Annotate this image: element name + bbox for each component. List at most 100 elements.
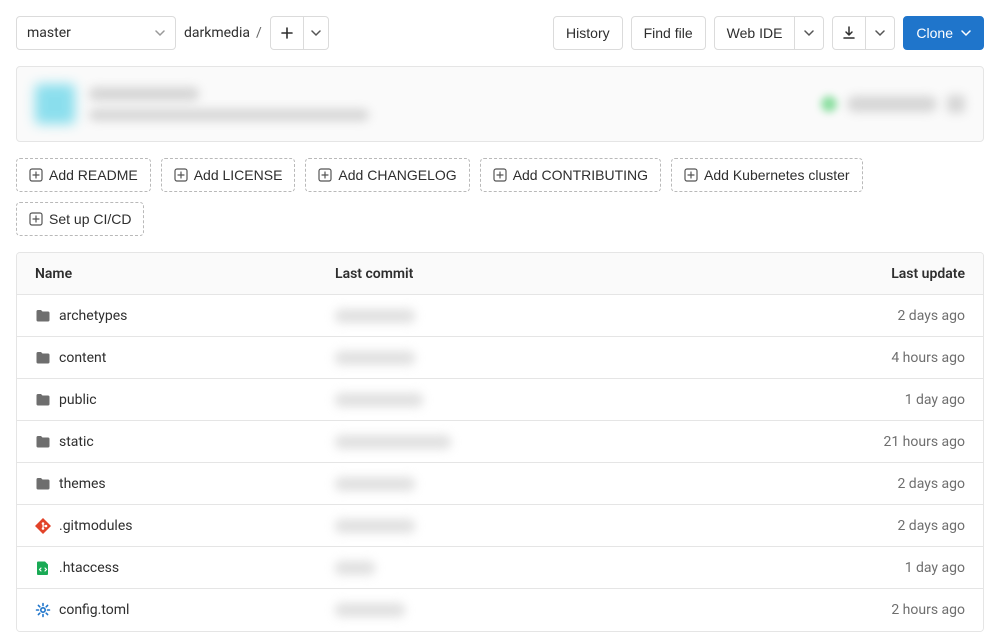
header-name: Name <box>35 266 335 282</box>
cell-update: 4 hours ago <box>765 350 965 366</box>
download-group <box>832 16 895 50</box>
cell-commit <box>335 393 765 407</box>
file-link[interactable]: static <box>59 434 94 450</box>
suggestion-label: Add CONTRIBUTING <box>513 167 648 183</box>
breadcrumb: darkmedia / <box>184 25 262 41</box>
file-link[interactable]: .htaccess <box>59 560 119 576</box>
cell-name: static <box>35 434 335 450</box>
plus-icon <box>280 26 294 40</box>
plus-box-icon <box>29 212 43 226</box>
cell-update: 1 day ago <box>765 560 965 576</box>
table-header: Name Last commit Last update <box>17 253 983 295</box>
cell-update: 2 hours ago <box>765 602 965 618</box>
clone-button[interactable]: Clone <box>903 16 984 50</box>
cell-commit <box>335 435 765 449</box>
suggestion-label: Add CHANGELOG <box>338 167 456 183</box>
git-icon <box>35 518 51 534</box>
repo-top-bar: master darkmedia / History Find file Web… <box>16 16 984 50</box>
folder-icon <box>35 392 51 408</box>
last-commit-panel[interactable] <box>16 66 984 142</box>
plus-box-icon <box>174 168 188 182</box>
file-link[interactable]: content <box>59 350 106 366</box>
code-file-icon <box>35 560 51 576</box>
breadcrumb-repo[interactable]: darkmedia <box>184 25 250 41</box>
suggestion-label: Set up CI/CD <box>49 211 131 227</box>
header-commit: Last commit <box>335 266 765 282</box>
commit-redacted <box>335 309 415 323</box>
commit-redacted <box>335 519 415 533</box>
header-update: Last update <box>765 266 965 282</box>
find-file-button[interactable]: Find file <box>631 16 706 50</box>
commit-redacted <box>335 603 405 617</box>
folder-icon <box>35 476 51 492</box>
cell-name: public <box>35 392 335 408</box>
commit-redacted <box>335 351 415 365</box>
cell-name: .gitmodules <box>35 518 335 534</box>
breadcrumb-separator: / <box>256 25 262 41</box>
folder-icon <box>35 434 51 450</box>
web-ide-button[interactable]: Web IDE <box>714 16 796 50</box>
suggestion-label: Add Kubernetes cluster <box>704 167 850 183</box>
branch-selector[interactable]: master <box>16 16 176 50</box>
avatar <box>35 84 75 124</box>
cell-commit <box>335 309 765 323</box>
gear-icon <box>35 602 51 618</box>
file-link[interactable]: .gitmodules <box>59 518 132 534</box>
plus-box-icon <box>684 168 698 182</box>
suggestion-button[interactable]: Add README <box>16 158 151 192</box>
folder-icon <box>35 308 51 324</box>
download-dropdown[interactable] <box>865 16 895 50</box>
suggestion-button[interactable]: Set up CI/CD <box>16 202 144 236</box>
commit-redacted <box>335 561 375 575</box>
cell-update: 21 hours ago <box>765 434 965 450</box>
file-tree-table: Name Last commit Last update archetypes 2… <box>16 252 984 632</box>
add-dropdown-toggle[interactable] <box>303 16 329 50</box>
cell-update: 2 days ago <box>765 518 965 534</box>
folder-icon <box>35 350 51 366</box>
cell-commit <box>335 477 765 491</box>
cell-name: .htaccess <box>35 560 335 576</box>
commit-meta-redacted <box>821 95 965 113</box>
plus-box-icon <box>493 168 507 182</box>
cell-name: themes <box>35 476 335 492</box>
suggestion-button[interactable]: Add CONTRIBUTING <box>480 158 661 192</box>
chevron-down-icon <box>155 28 165 38</box>
commit-redacted <box>335 393 423 407</box>
table-row: config.toml 2 hours ago <box>17 589 983 631</box>
suggestion-label: Add LICENSE <box>194 167 283 183</box>
add-button[interactable] <box>270 16 304 50</box>
repo-suggestions: Add README Add LICENSE Add CHANGELOG Add CO… <box>16 158 984 236</box>
table-row: .htaccess 1 day ago <box>17 547 983 589</box>
suggestion-button[interactable]: Add LICENSE <box>161 158 296 192</box>
cell-name: config.toml <box>35 602 335 618</box>
file-link[interactable]: public <box>59 392 97 408</box>
file-link[interactable]: themes <box>59 476 106 492</box>
cell-name: content <box>35 350 335 366</box>
chevron-down-icon <box>961 28 971 38</box>
chevron-down-icon <box>311 28 321 38</box>
web-ide-dropdown[interactable] <box>794 16 824 50</box>
add-dropdown[interactable] <box>270 16 329 50</box>
plus-box-icon <box>318 168 332 182</box>
commit-info-redacted <box>89 87 369 121</box>
file-link[interactable]: archetypes <box>59 308 127 324</box>
cell-commit <box>335 561 765 575</box>
cell-commit <box>335 603 765 617</box>
suggestion-label: Add README <box>49 167 138 183</box>
table-row: static 21 hours ago <box>17 421 983 463</box>
download-icon <box>841 25 857 41</box>
table-row: public1 day ago <box>17 379 983 421</box>
cell-commit <box>335 351 765 365</box>
history-button[interactable]: History <box>553 16 623 50</box>
web-ide-group: Web IDE <box>714 16 825 50</box>
commit-redacted <box>335 435 451 449</box>
cell-update: 2 days ago <box>765 308 965 324</box>
clone-label: Clone <box>916 25 953 41</box>
suggestion-button[interactable]: Add CHANGELOG <box>305 158 469 192</box>
suggestion-button[interactable]: Add Kubernetes cluster <box>671 158 863 192</box>
table-row: content 4 hours ago <box>17 337 983 379</box>
download-button[interactable] <box>832 16 866 50</box>
file-link[interactable]: config.toml <box>59 602 129 618</box>
commit-redacted <box>335 477 415 491</box>
cell-update: 2 days ago <box>765 476 965 492</box>
